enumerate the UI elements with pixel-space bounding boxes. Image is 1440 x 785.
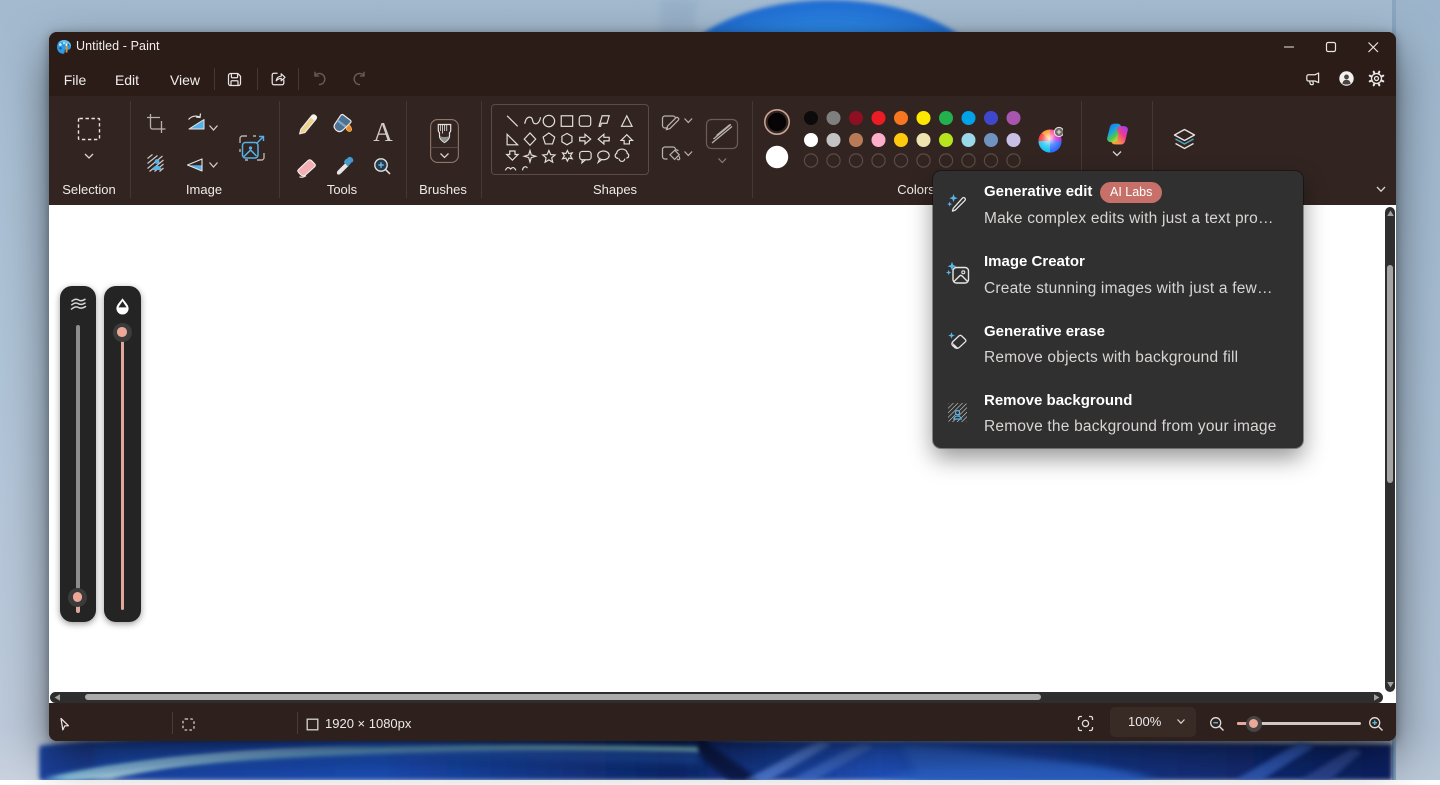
svg-text:A: A — [373, 117, 393, 147]
